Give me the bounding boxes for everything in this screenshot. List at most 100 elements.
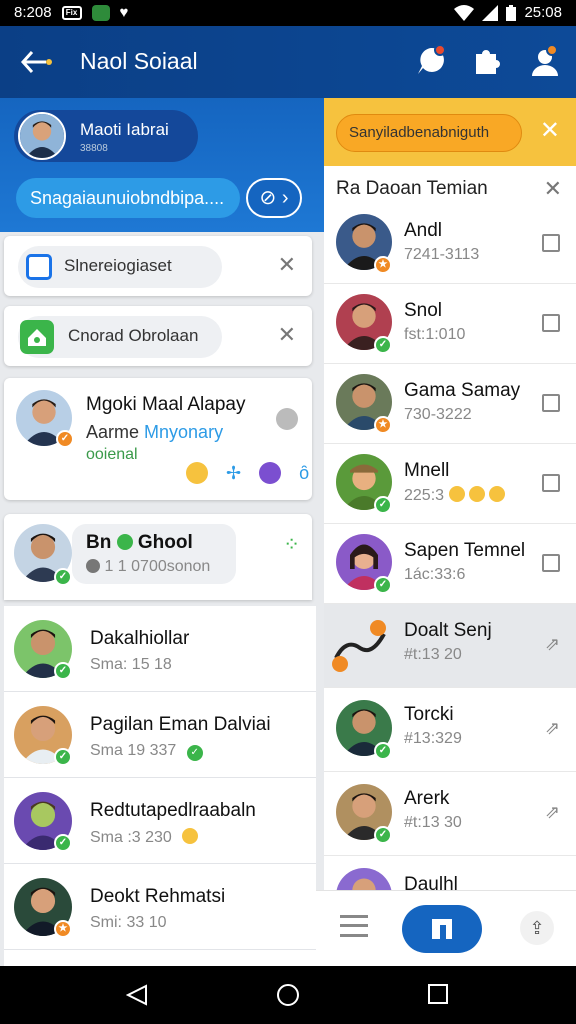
select-checkbox[interactable] [542,554,560,572]
search-go-button[interactable]: ⊘ › [246,178,302,218]
post-line2: ooienal [86,446,138,463]
back-triangle-icon[interactable] [126,984,148,1006]
notification-card[interactable]: Cnorad Obrolaan ✕ [4,306,312,366]
suggestion-sub: 1ác:33:6 [404,566,466,583]
suggestion-row[interactable]: ★ Gama Samay 730-3222 [324,364,576,444]
contact-row[interactable]: ★ Deokt Rehmatsi Smi: 33 10 [4,864,316,950]
group-name: Bn Ghool [86,532,193,554]
select-checkbox[interactable] [542,474,560,492]
share-icon[interactable]: ⇗ [545,718,560,739]
crown-icon[interactable] [259,462,282,484]
contact-row[interactable]: ✓ Pagilan Eman Dalviai Sma 19 337 ✓ [4,692,316,778]
suggestion-sub: 730-3222 [404,406,472,423]
app-notification-icon [91,4,110,21]
verified-badge: ✓ [374,742,392,760]
online-dot-icon [116,534,133,550]
status-clock: 25:08 [524,4,562,21]
smile-emoji-icon[interactable] [186,462,208,484]
unread-badge [434,44,446,56]
share-icon[interactable]: ⇗ [545,802,560,823]
contact-sub-text: Sma 19 337 [90,742,177,759]
share-icon[interactable]: ⇗ [545,634,560,655]
shared-sub: #13:329 [404,730,462,747]
signal-icon [482,4,499,21]
left-panel: Maoti Iabrai 38808 Snagaiaunuiobndbipa..… [0,98,324,966]
home-circle-icon[interactable] [276,983,300,1007]
arrow-left-icon[interactable] [20,48,54,78]
group-sub-text: 1 1 0700sonon [104,558,211,575]
system-nav-bar [0,966,576,1024]
post-author: Mgoki Maal Alapay [86,394,246,415]
shared-row[interactable]: ✓ Torcki #13:329 ⇗ [324,688,576,772]
suggestion-sub: fst:1:010 [404,326,466,343]
select-checkbox[interactable] [542,394,560,412]
contact-row[interactable]: ✓ Dakalhiollar Sma: 15 18 [4,606,316,692]
bottom-tab-bar: ⇪ [316,890,576,966]
notification-card[interactable]: Slnereiogiaset ✕ [4,236,312,296]
verified-badge: ✓ [54,748,72,766]
smile-emoji-icon [468,486,485,502]
shared-row[interactable]: Doalt Senj #t:13 20 ⇗ [324,604,576,688]
contact-sub: Sma :3 230 [90,828,199,847]
suggestion-row[interactable]: ★ Andl 7241-3113 [324,204,576,284]
share-tab-icon[interactable]: ⇪ [520,911,554,945]
contact-name: Deokt Rehmatsi [90,886,226,907]
post-line1-text: Aarme [86,422,140,442]
verified-badge: ✓ [54,568,72,586]
page-title: Naol Soiaal [80,48,198,74]
wifi-icon [454,4,475,21]
sparkle-icon[interactable]: ✢ [226,463,241,484]
suggestion-pill[interactable]: Sanyiladbenabniguth [336,114,522,152]
user-sub: 38808 [80,143,108,154]
select-checkbox[interactable] [542,314,560,332]
suggestion-sub: 7241-3113 [404,246,480,263]
avatar [18,112,66,160]
suggestion-name: Sapen Temnel [404,540,526,561]
clock-icon[interactable] [276,408,298,430]
profile-button[interactable] [528,44,562,78]
group-sub: 1 1 0700sonon [86,558,210,576]
app-bar: Naol Soiaal [0,26,576,98]
user-name: Maoti Iabrai [80,120,169,139]
verified-badge: ★ [54,920,72,938]
contact-row-partial [4,950,316,966]
contact-name: Redtutapedlraabaln [90,800,256,821]
select-checkbox[interactable] [542,234,560,252]
suggestion-row[interactable]: ✓ Sapen Temnel 1ác:33:6 [324,524,576,604]
menu-icon[interactable] [340,915,368,937]
group-card[interactable]: ✓ Bn Ghool 1 1 0700sonon ⁘ [4,514,312,600]
featured-post-card[interactable]: ✓ Mgoki Maal Alapay Aarme Mnyonary ooien… [4,378,312,500]
search-input[interactable]: Snagaiaunuiobndbipa.... [16,178,240,218]
settings-button[interactable] [470,44,504,78]
profile-badge [546,44,558,56]
info-icon[interactable]: ȏ [299,463,309,484]
verified-badge: ✓ [54,662,72,680]
shared-row[interactable]: ✓ Arerk #t:13 30 ⇗ [324,772,576,856]
home-tab-button[interactable] [402,905,482,953]
verified-badge: ✓ [54,834,72,852]
verified-badge: ✓ [374,576,392,594]
verified-badge: ✓ [374,336,392,354]
suggestion-sub: 225:3 [404,486,506,505]
status-bar: 8:208 Fix ♥ 25:08 [0,0,576,26]
loading-dots-icon[interactable]: ⁘ [283,532,300,557]
verified-badge: ★ [374,416,392,434]
verified-badge: ✓ [56,430,74,448]
battery-icon [506,4,517,21]
chat-notification-button[interactable] [414,44,448,78]
suggestion-row[interactable]: ✓ Snol fst:1:010 [324,284,576,364]
check-circle-icon: ✓ [186,745,203,761]
close-icon[interactable]: ✕ [278,322,296,348]
suggestion-row[interactable]: ✓ Mnell 225:3 [324,444,576,524]
smile-emoji-icon [489,486,506,502]
close-icon[interactable]: ✕ [544,176,562,202]
close-icon[interactable]: ✕ [278,252,296,278]
recents-square-icon[interactable] [428,984,448,1004]
heart-icon: ♥ [119,4,129,21]
close-icon[interactable]: ✕ [540,116,560,145]
user-profile-pill[interactable]: Maoti Iabrai 38808 [14,110,198,162]
suggestion-name: Snol [404,300,443,321]
verified-badge: ✓ [374,826,392,844]
contact-row[interactable]: ✓ Redtutapedlraabaln Sma :3 230 [4,778,316,864]
verified-badge: ✓ [374,496,392,514]
